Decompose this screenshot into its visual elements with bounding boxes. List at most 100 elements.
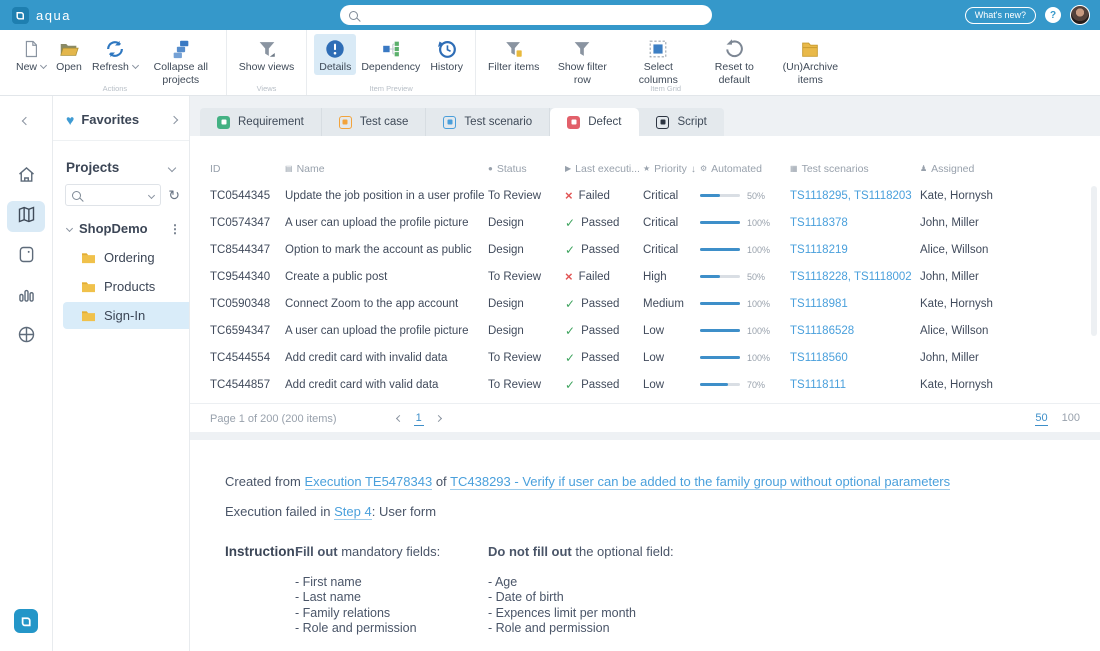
column-header-assigned[interactable]: ♟Assigned bbox=[920, 163, 1086, 175]
project-search-input[interactable] bbox=[65, 184, 161, 206]
tab-defect[interactable]: Defect bbox=[550, 108, 639, 136]
next-page-button[interactable] bbox=[435, 415, 442, 422]
dependency-button[interactable]: Dependency bbox=[356, 34, 425, 75]
row-priority: Low bbox=[643, 325, 700, 337]
table-row[interactable]: TC0574347A user can upload the profile p… bbox=[190, 209, 1100, 236]
whats-new-button[interactable]: What's new? bbox=[965, 7, 1036, 24]
table-row[interactable]: TC9544340Create a public postTo Review×F… bbox=[190, 263, 1100, 290]
brand-name: aqua bbox=[36, 8, 71, 23]
page-size-100[interactable]: 100 bbox=[1062, 412, 1080, 426]
testcase-link[interactable]: TC438293 - Verify if user can be added t… bbox=[450, 474, 950, 490]
chevron-down-icon[interactable] bbox=[148, 191, 155, 198]
column-header-id[interactable]: ID bbox=[210, 163, 285, 175]
collapse-all-projects-button[interactable]: Collapse all projects bbox=[143, 34, 219, 87]
filter-items-button[interactable]: Filter items bbox=[483, 34, 544, 75]
reset-to-default-button[interactable]: Reset to default bbox=[696, 34, 772, 87]
list-item: - Role and permission bbox=[295, 621, 488, 637]
row-assigned: John, Miller bbox=[920, 352, 1086, 364]
row-priority: Critical bbox=[643, 190, 700, 202]
aqua-rail-logo[interactable] bbox=[14, 609, 38, 633]
show-views-label: Show views bbox=[239, 61, 294, 74]
tab-script[interactable]: Script bbox=[639, 108, 723, 136]
test-scenario-link[interactable]: TS1118560 bbox=[790, 352, 920, 364]
tree-node-shopdemo[interactable]: ShopDemo ⋮ bbox=[53, 215, 189, 242]
show-filter-row-button[interactable]: Show filter row bbox=[544, 34, 620, 87]
details-button[interactable]: Details bbox=[314, 34, 356, 75]
page-1-button[interactable]: 1 bbox=[414, 412, 424, 426]
tab-test-scenario[interactable]: Test scenario bbox=[426, 108, 550, 136]
row-status: To Review bbox=[488, 352, 565, 364]
row-status: To Review bbox=[488, 190, 565, 202]
cascade-icon bbox=[170, 37, 192, 60]
column-header-status[interactable]: ●Status bbox=[488, 163, 565, 175]
select-columns-button[interactable]: Select columns bbox=[620, 34, 696, 87]
heart-icon: ♥ bbox=[66, 113, 74, 127]
rail-item-reports[interactable] bbox=[7, 241, 45, 272]
test-scenario-link[interactable]: TS1118219 bbox=[790, 244, 920, 256]
rail-item-projects[interactable] bbox=[7, 201, 45, 232]
test-scenario-link[interactable]: TS1118111 bbox=[790, 379, 920, 391]
row-name: Add credit card with invalid data bbox=[285, 352, 488, 364]
projects-section-header[interactable]: Projects bbox=[53, 141, 189, 184]
column-header-last-executi[interactable]: ▶Last executi... bbox=[565, 163, 643, 175]
tree-item-sign-in[interactable]: Sign-In bbox=[63, 302, 189, 329]
tree-item-ordering[interactable]: Ordering bbox=[63, 244, 189, 271]
favorites-section[interactable]: ♥ Favorites bbox=[53, 96, 189, 141]
test-scenario-link[interactable]: TS11186528 bbox=[790, 325, 920, 337]
table-row[interactable]: TC4544554Add credit card with invalid da… bbox=[190, 344, 1100, 371]
avatar[interactable] bbox=[1070, 5, 1090, 25]
table-row[interactable]: TC8544347Option to mark the account as p… bbox=[190, 236, 1100, 263]
rail-item-grid[interactable] bbox=[7, 321, 45, 352]
script-icon bbox=[656, 116, 669, 129]
table-row[interactable]: TC0590348Connect Zoom to the app account… bbox=[190, 290, 1100, 317]
open-label: Open bbox=[56, 61, 82, 74]
collapse-sidebar-button[interactable] bbox=[14, 111, 38, 131]
refresh-projects-icon[interactable]: ↻ bbox=[168, 188, 180, 202]
progress-percent: 50% bbox=[747, 272, 765, 282]
tab-test-case[interactable]: Test case bbox=[322, 108, 427, 136]
aqua-logo[interactable]: aqua bbox=[0, 7, 71, 24]
chevron-right-icon[interactable] bbox=[170, 115, 178, 123]
column-header-test-scenarios[interactable]: ▦Test scenarios bbox=[790, 163, 920, 175]
table-row[interactable]: TC0544345Update the job position in a us… bbox=[190, 182, 1100, 209]
test-scenario-link[interactable]: TS1118228, TS1118002 bbox=[790, 271, 920, 283]
row-priority: Critical bbox=[643, 217, 700, 229]
refresh-button[interactable]: Refresh bbox=[87, 34, 143, 75]
chevron-down-icon[interactable] bbox=[66, 225, 73, 232]
row-last-execution: ✓Passed bbox=[565, 379, 643, 391]
row-id: TC8544347 bbox=[210, 244, 285, 256]
open-button[interactable]: Open bbox=[51, 34, 87, 75]
column-header-automated[interactable]: ⚙Automated bbox=[700, 163, 790, 175]
show-views-button[interactable]: Show views bbox=[234, 34, 299, 75]
table-row[interactable]: TC4544857Add credit card with valid data… bbox=[190, 371, 1100, 398]
row-priority: Medium bbox=[643, 298, 700, 310]
page-size-50[interactable]: 50 bbox=[1035, 412, 1047, 426]
execution-link[interactable]: Execution TE5478343 bbox=[305, 474, 433, 490]
project-tree: ShopDemo ⋮ OrderingProductsSign-In bbox=[53, 215, 189, 329]
unarchive-items-button[interactable]: (Un)Archive items bbox=[772, 34, 848, 87]
tab-requirement[interactable]: Requirement bbox=[200, 108, 322, 136]
item-icon: ▤ bbox=[285, 165, 293, 173]
tree-item-products[interactable]: Products bbox=[63, 273, 189, 300]
test-scenario-link[interactable]: TS1118378 bbox=[790, 217, 920, 229]
scrollbar[interactable] bbox=[1091, 186, 1097, 336]
global-search-input[interactable] bbox=[364, 5, 712, 25]
row-automated: 50% bbox=[700, 271, 790, 283]
kebab-menu-icon[interactable]: ⋮ bbox=[169, 222, 183, 236]
help-icon[interactable]: ? bbox=[1045, 7, 1061, 23]
new-button[interactable]: New bbox=[11, 34, 51, 75]
column-header-name[interactable]: ▤Name bbox=[285, 163, 488, 175]
test-scenario-link[interactable]: TS1118295, TS1118203 bbox=[790, 190, 920, 202]
created-from-text: Created from bbox=[225, 474, 301, 489]
prev-page-button[interactable] bbox=[396, 415, 403, 422]
test-scenario-link[interactable]: TS1118981 bbox=[790, 298, 920, 310]
history-button[interactable]: History bbox=[425, 34, 468, 75]
rail-item-home[interactable] bbox=[7, 161, 45, 192]
step-link[interactable]: Step 4 bbox=[334, 504, 372, 520]
rail-item-statistics[interactable] bbox=[7, 281, 45, 312]
table-row[interactable]: TC6594347A user can upload the profile p… bbox=[190, 317, 1100, 344]
chevron-down-icon[interactable] bbox=[168, 163, 176, 171]
global-search[interactable] bbox=[340, 5, 712, 25]
toolbar-group-item-grid: Filter itemsShow filter rowSelect column… bbox=[476, 30, 855, 95]
column-header-priority[interactable]: ★Priority↓ bbox=[643, 163, 700, 175]
